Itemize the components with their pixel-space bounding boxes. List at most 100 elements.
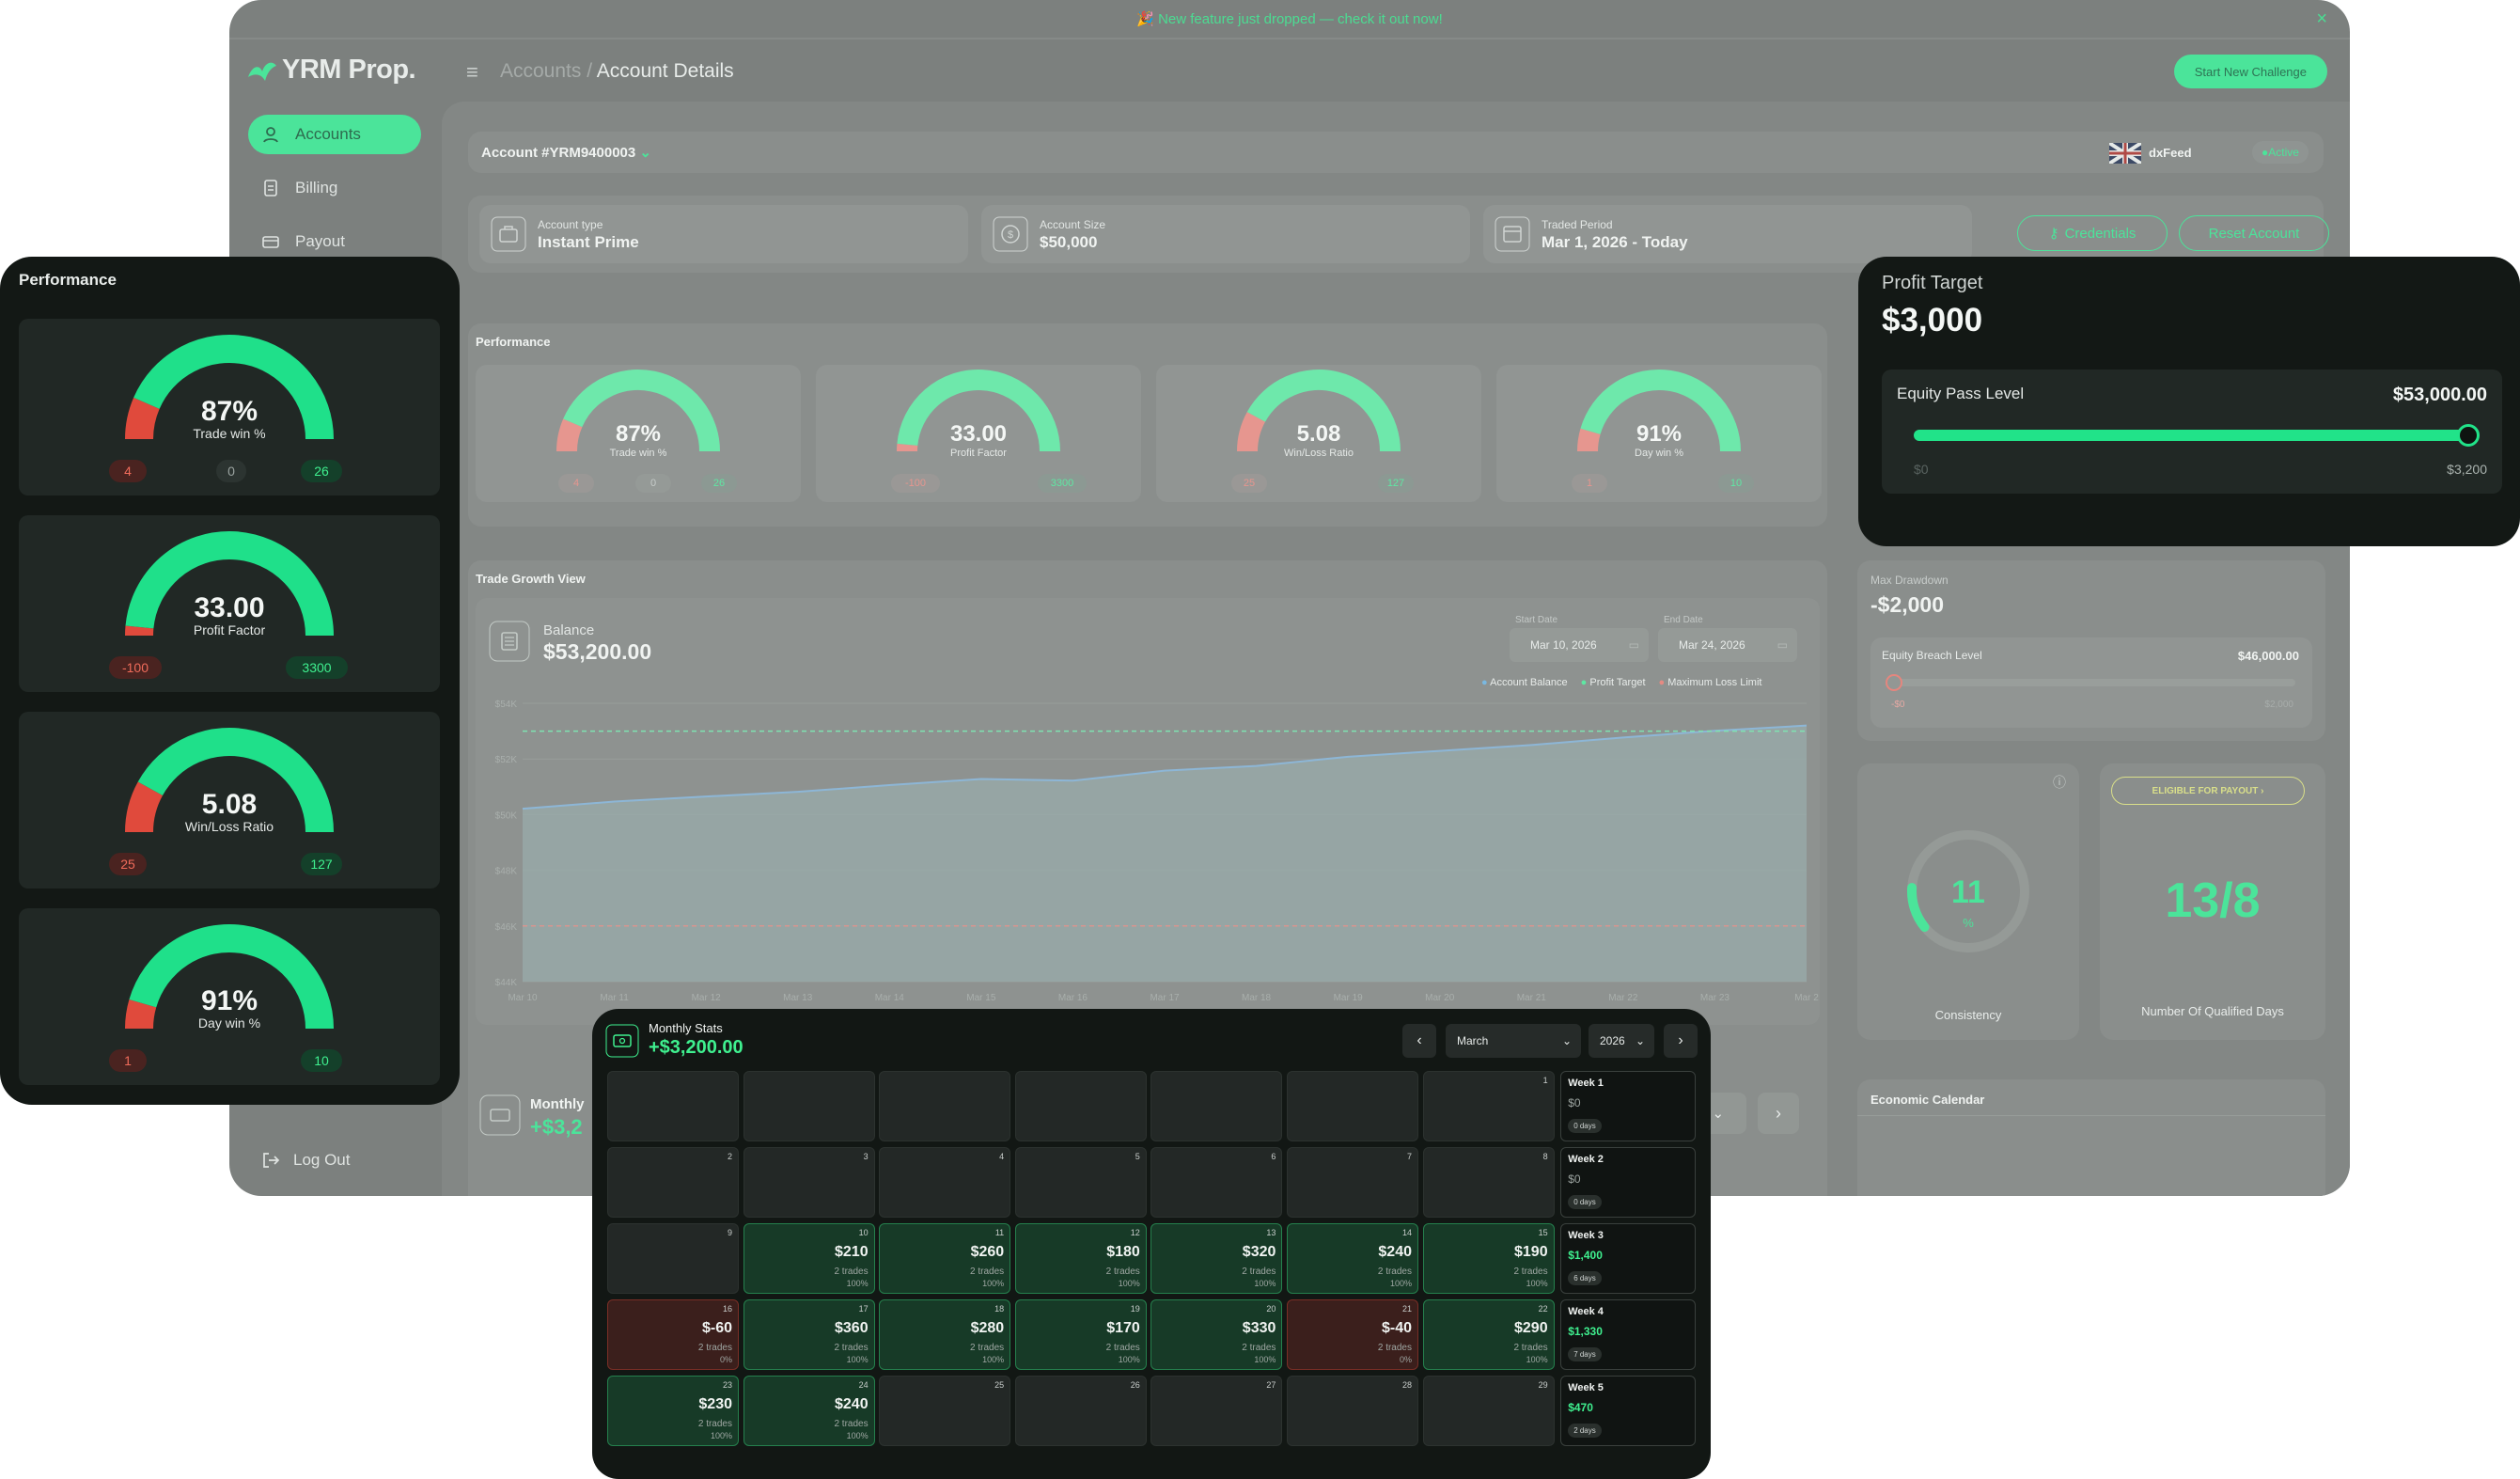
calendar-day-cell[interactable] — [1287, 1071, 1418, 1141]
day-win-rate: 100% — [1254, 1279, 1276, 1288]
pass-slider[interactable] — [2457, 424, 2480, 447]
calendar-day-cell[interactable]: 26 — [1014, 1376, 1147, 1446]
week-summary[interactable]: Week 5 $470 2 days — [1560, 1376, 1697, 1446]
calendar-day-cell[interactable]: 12 $180 2 trades 100% — [1014, 1223, 1147, 1294]
gauge-label: Win/Loss Ratio — [184, 819, 274, 834]
growth-chart-panel: Balance $53,200.00 Start Date Mar 10, 20… — [476, 598, 1820, 1025]
calendar-day-cell[interactable]: 28 — [1287, 1376, 1418, 1446]
day-number: 18 — [994, 1304, 1005, 1314]
economic-calendar: Economic Calendar — [1857, 1079, 2325, 1196]
day-number: 10 — [858, 1228, 869, 1237]
calendar-day-cell[interactable]: 19 $170 2 trades 100% — [1014, 1299, 1147, 1370]
calendar-day-cell[interactable]: 16 $-60 2 trades 0% — [607, 1299, 739, 1370]
calendar-day-cell[interactable] — [607, 1071, 739, 1141]
calendar-day-cell[interactable] — [879, 1071, 1011, 1141]
calendar-day-cell[interactable]: 27 — [1150, 1376, 1283, 1446]
day-pnl: $320 — [1242, 1244, 1276, 1260]
x-tick-label: Mar 16 — [1058, 993, 1088, 1003]
calendar-day-cell[interactable] — [1014, 1071, 1147, 1141]
x-tick-label: Mar 19 — [1334, 993, 1364, 1003]
chevron-down-icon: ⌄ — [1635, 1034, 1645, 1047]
menu-icon[interactable]: ≡ — [466, 60, 478, 85]
start-date-input[interactable]: Mar 10, 2026 ▭ — [1510, 628, 1649, 662]
calendar-day-cell[interactable]: 13 $320 2 trades 100% — [1150, 1223, 1283, 1294]
calendar-day-cell[interactable]: 20 $330 2 trades 100% — [1150, 1299, 1283, 1370]
x-tick-label: Mar 21 — [1517, 993, 1547, 1003]
close-icon[interactable]: × — [2316, 8, 2327, 30]
calendar-day-cell[interactable]: 10 $210 2 trades 100% — [743, 1223, 875, 1294]
breach-slider[interactable] — [1886, 674, 1902, 691]
day-number: 16 — [722, 1304, 732, 1314]
calendar-day-cell[interactable]: 17 $360 2 trades 100% — [743, 1299, 875, 1370]
performance-mobile-panel: Performance 87% Trade win % 4 0 26 33.00 Profi… — [0, 257, 460, 1105]
calendar-day-cell[interactable]: 7 — [1287, 1147, 1418, 1218]
month-select[interactable]: March ⌄ — [1446, 1024, 1581, 1058]
year-select[interactable]: 2026 ⌄ — [1589, 1024, 1654, 1058]
calendar-day-cell[interactable]: 25 — [879, 1376, 1011, 1446]
day-trades: 2 trades — [1377, 1343, 1412, 1353]
calendar-day-cell[interactable]: 24 $240 2 trades 100% — [743, 1376, 875, 1446]
sidebar-item-accounts[interactable]: Accounts — [248, 115, 421, 154]
sidebar-item-payout[interactable]: Payout — [248, 222, 421, 261]
calendar-day-cell[interactable] — [1150, 1071, 1283, 1141]
week-summary[interactable]: Week 1 $0 0 days — [1560, 1071, 1697, 1141]
announcement-banner[interactable]: 🎉 New feature just dropped — check it ou… — [229, 0, 2350, 39]
prev-month-button[interactable]: ‹ — [1402, 1024, 1436, 1058]
status-badge: ● Active — [2252, 141, 2309, 164]
logout-button[interactable]: Log Out — [261, 1151, 351, 1170]
y-tick-label: $44K — [495, 978, 518, 988]
calendar-day-cell[interactable]: 6 — [1150, 1147, 1283, 1218]
gauge-label: Trade win % — [609, 448, 667, 459]
logout-icon — [263, 1153, 280, 1168]
x-tick-label: Mar 20 — [1425, 993, 1455, 1003]
reset-account-button[interactable]: Reset Account — [2179, 215, 2329, 251]
calendar-day-cell[interactable]: 11 $260 2 trades 100% — [879, 1223, 1011, 1294]
loss-count-badge: 1 — [109, 1049, 147, 1072]
day-number: 6 — [1271, 1152, 1276, 1161]
calendar-day-cell[interactable]: 21 $-40 2 trades 0% — [1287, 1299, 1418, 1370]
calendar-day-cell[interactable]: 18 $280 2 trades 100% — [879, 1299, 1011, 1370]
day-trades: 2 trades — [697, 1419, 732, 1429]
calendar-day-cell[interactable]: 14 $240 2 trades 100% — [1287, 1223, 1418, 1294]
next-month-button[interactable]: › — [1664, 1024, 1698, 1058]
day-trades: 2 trades — [834, 1267, 869, 1277]
calendar-day-cell[interactable]: 23 $230 2 trades 100% — [607, 1376, 739, 1446]
week-summary[interactable]: Week 3 $1,400 6 days — [1560, 1223, 1697, 1294]
eligible-payout-badge[interactable]: ELIGIBLE FOR PAYOUT › — [2111, 777, 2305, 805]
gauge-value: 5.08 — [1296, 421, 1341, 447]
calendar-day-cell[interactable]: 22 $290 2 trades 100% — [1422, 1299, 1555, 1370]
breadcrumb-parent[interactable]: Accounts — [500, 60, 581, 82]
start-new-challenge-button[interactable]: Start New Challenge — [2173, 55, 2327, 88]
gauge-label: Day win % — [197, 1015, 261, 1031]
gauge-card: 5.08 Win/Loss Ratio 25 127 — [19, 712, 440, 889]
day-number: 22 — [1538, 1304, 1548, 1314]
calendar-day-cell[interactable]: 1 — [1422, 1071, 1555, 1141]
calendar-day-cell[interactable]: 9 — [607, 1223, 739, 1294]
day-win-rate: 100% — [846, 1279, 869, 1288]
day-number: 23 — [722, 1380, 732, 1390]
week-summary[interactable]: Week 4 $1,330 7 days — [1560, 1299, 1697, 1370]
calendar-day-cell[interactable]: 29 — [1422, 1376, 1555, 1446]
day-trades: 2 trades — [1242, 1267, 1276, 1277]
day-pnl: $330 — [1242, 1320, 1276, 1336]
calendar-day-cell[interactable]: 8 — [1422, 1147, 1555, 1218]
logo[interactable]: YRM Prop. — [246, 55, 416, 86]
credentials-button[interactable]: ⚷ Credentials — [2017, 215, 2168, 251]
day-number: 13 — [1266, 1228, 1276, 1237]
neutral-count-badge: 0 — [216, 460, 246, 482]
calendar-day-cell[interactable]: 15 $190 2 trades 100% — [1422, 1223, 1555, 1294]
week-summary[interactable]: Week 2 $0 0 days — [1560, 1147, 1697, 1218]
end-date-input[interactable]: Mar 24, 2026 ▭ — [1658, 628, 1797, 662]
info-icon[interactable]: ⓘ — [2053, 773, 2066, 792]
account-selector[interactable]: Account #YRM9400003 ⌄ — [481, 144, 651, 161]
calendar-day-cell[interactable]: 3 — [743, 1147, 875, 1218]
sidebar-item-billing[interactable]: Billing — [248, 168, 421, 208]
day-trades: 2 trades — [1105, 1343, 1140, 1353]
chevron-down-icon: ⌄ — [1561, 1034, 1572, 1047]
calendar-day-cell[interactable] — [743, 1071, 875, 1141]
calendar-day-cell[interactable]: 2 — [607, 1147, 739, 1218]
calendar-day-cell[interactable]: 5 — [1014, 1147, 1147, 1218]
calendar-day-cell[interactable]: 4 — [879, 1147, 1011, 1218]
next-month-button[interactable]: › — [1758, 1093, 1799, 1134]
day-trades: 2 trades — [1513, 1267, 1548, 1277]
